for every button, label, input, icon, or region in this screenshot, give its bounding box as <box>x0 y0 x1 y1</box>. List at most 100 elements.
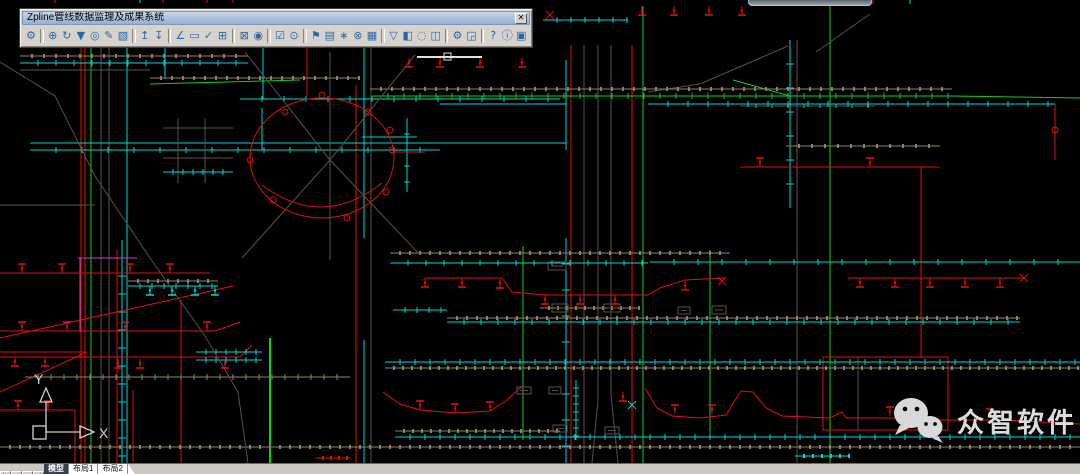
hydrant-symbol <box>894 281 896 283</box>
inspect-document-icon[interactable]: ◉ <box>252 28 265 44</box>
hydrant-symbol <box>869 161 871 163</box>
export-data-icon[interactable]: ↧ <box>152 28 165 44</box>
collapsed-top-panel[interactable] <box>748 0 872 6</box>
hydrant-symbol <box>206 325 208 327</box>
import-data-icon[interactable]: ↥ <box>138 28 151 44</box>
hydrant-symbol <box>439 61 441 63</box>
toolbar-separator <box>168 29 172 43</box>
toolbar-separator <box>232 29 236 43</box>
edit-grid-icon[interactable]: ⊞ <box>216 28 229 44</box>
add-record-icon[interactable]: ⊕ <box>46 28 59 44</box>
toolbar-separator <box>267 29 271 43</box>
hydrant-symbol <box>214 289 216 291</box>
close-icon[interactable]: ✕ <box>515 13 527 24</box>
toolbar-separator <box>132 29 136 43</box>
manhole-marker <box>344 215 350 221</box>
help-icon[interactable]: ? <box>487 28 500 44</box>
toolbar-title: Zpline管线数据监理及成果系统 <box>27 12 515 24</box>
hydrant-symbol <box>169 267 171 269</box>
data-table-icon[interactable]: ▦ <box>365 28 378 44</box>
hydrant-symbol <box>684 284 686 286</box>
save-record-icon[interactable]: ▼ <box>74 28 87 44</box>
hydrant-symbol <box>711 408 713 410</box>
manhole-marker <box>282 109 288 115</box>
tab-布局2[interactable]: 布局2 <box>98 464 127 474</box>
roundabout-ring <box>250 98 394 218</box>
hydrant-symbol <box>964 281 966 283</box>
toolbar-separator <box>381 29 385 43</box>
tab-布局1[interactable]: 布局1 <box>69 464 98 474</box>
hydrant-symbol <box>489 405 491 407</box>
find-record-icon[interactable]: ◎ <box>88 28 101 44</box>
edit-box-icon[interactable]: ▭ <box>188 28 201 44</box>
hydrant-symbol <box>21 267 23 269</box>
measure-tool-icon[interactable]: ▣ <box>515 28 528 44</box>
flag-marker-icon[interactable]: ⚑ <box>309 28 322 44</box>
ucs-icon: Y X <box>6 366 116 460</box>
selection-rect-icon[interactable]: ◌ <box>415 28 428 44</box>
view-image-icon[interactable]: ▧ <box>116 28 129 44</box>
edit-record-icon[interactable]: ✎ <box>102 28 115 44</box>
hydrant-symbol <box>499 282 501 284</box>
tab-模型[interactable]: 模型 <box>44 464 69 474</box>
watermark: 众智软件 <box>891 396 1077 444</box>
hydrant-symbol <box>929 281 931 283</box>
pipeline-line <box>592 45 598 463</box>
locate-target-icon[interactable]: ⊙ <box>288 28 301 44</box>
process-gears-icon[interactable]: ⚙ <box>451 28 464 44</box>
toolbar-icons: ⚙⊕↻▼◎✎▧↥↧∠▭✓⊞⊠◉☑⊙⚑▤∗⊗▦▽◧◌◫⚙◲?ⓘ▣ <box>22 25 530 45</box>
cascade-windows-icon[interactable]: ◫ <box>429 28 442 44</box>
hydrant-symbol <box>117 362 119 364</box>
info-icon[interactable]: ⓘ <box>501 28 514 44</box>
check-document-icon[interactable]: ☑ <box>273 28 286 44</box>
toolbar-separator <box>445 29 449 43</box>
hydrant-symbol <box>14 360 16 362</box>
hydrant-symbol <box>859 281 861 283</box>
hydrant-symbol <box>544 298 546 300</box>
hydrant-symbol <box>673 9 675 11</box>
toolbar-separator <box>40 29 44 43</box>
hydrant-symbol <box>708 9 710 11</box>
refresh-record-icon[interactable]: ↻ <box>60 28 73 44</box>
hydrant-symbol <box>149 289 151 291</box>
watermark-text: 众智软件 <box>957 401 1077 440</box>
hydrant-symbol <box>614 298 616 300</box>
close-screen-icon[interactable]: ⊗ <box>351 28 364 44</box>
pipeline-line <box>262 108 293 150</box>
verify-edit-icon[interactable]: ✓ <box>202 28 215 44</box>
pipeline-line <box>242 55 415 258</box>
pipeline-line <box>383 386 523 413</box>
hydrant-symbol <box>641 9 643 11</box>
clipboard-settings-icon[interactable]: ◲ <box>465 28 478 44</box>
draw-pipeline-icon[interactable]: ∠ <box>174 28 187 44</box>
pipeline-line <box>816 14 870 52</box>
settings-icon[interactable]: ⚙ <box>25 28 38 44</box>
panel-window-icon[interactable]: ◧ <box>401 28 414 44</box>
pipeline-line <box>425 278 724 295</box>
hydrant-symbol <box>759 161 761 163</box>
hydrant-symbol <box>419 404 421 406</box>
manhole-marker <box>387 127 393 133</box>
filter-icon[interactable]: ▽ <box>387 28 400 44</box>
ucs-y-arrow <box>40 388 52 402</box>
hydrant-symbol <box>61 267 63 269</box>
select-region-icon[interactable]: ⊠ <box>238 28 251 44</box>
pipeline-line <box>733 80 790 96</box>
hydrant-symbol <box>999 281 1001 283</box>
ucs-origin-square <box>33 426 46 439</box>
hydrant-symbol <box>461 281 463 283</box>
application-window: Zpline管线数据监理及成果系统 ✕ ⚙ ⊕↻▼◎✎▧ ↥↧ ∠▭✓⊞ ⊠◉ ☑⊙ ⚑▤∗… <box>0 0 1080 474</box>
tab-strip-end <box>128 464 135 474</box>
horizontal-scrollbar[interactable] <box>135 464 1080 474</box>
preview-monitor-icon[interactable]: ▤ <box>323 28 336 44</box>
tab-navigation: |◀◀▶▶| <box>0 464 44 474</box>
hydrant-symbol <box>521 61 523 63</box>
wechat-icon <box>891 396 947 444</box>
bottom-bar: |◀◀▶▶| 模型布局1布局2 <box>0 463 1080 474</box>
hydrant-symbol <box>622 395 624 397</box>
toolbar-titlebar[interactable]: Zpline管线数据监理及成果系统 ✕ <box>22 11 530 25</box>
hydrant-symbol <box>194 289 196 291</box>
pipeline-line <box>150 80 300 84</box>
hydrant-symbol <box>579 298 581 300</box>
explode-points-icon[interactable]: ∗ <box>337 28 350 44</box>
